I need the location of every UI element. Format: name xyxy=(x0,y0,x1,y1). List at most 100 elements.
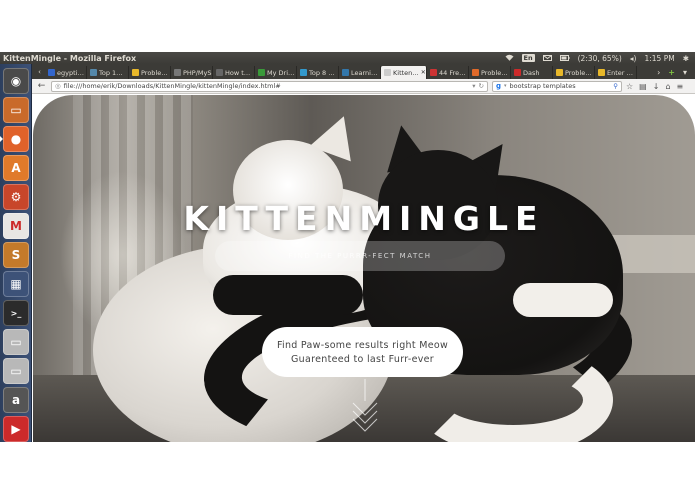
new-tab-icon[interactable]: + xyxy=(668,68,675,77)
terminal-icon[interactable]: >_ xyxy=(3,300,29,326)
cta-line-1: Find Paw-some results right Meow xyxy=(276,339,449,351)
close-tab-icon[interactable]: ✕ xyxy=(421,69,426,76)
dropdown-icon[interactable]: ▾ xyxy=(472,82,475,90)
mail-icon[interactable] xyxy=(542,54,552,63)
clipboard-icon[interactable]: ▤ xyxy=(639,82,647,91)
tab-label: Enter … xyxy=(607,68,634,77)
menu-icon[interactable]: ≡ xyxy=(677,82,684,91)
tab-favicon-icon xyxy=(430,69,437,76)
tab-label: PHP/MyS… xyxy=(183,68,212,77)
reload-icon[interactable]: ↻ xyxy=(479,82,484,90)
tagline: FIND THE PURRR-FECT MATCH xyxy=(288,252,432,260)
tab-favicon-icon xyxy=(90,69,97,76)
page-viewport: KITTENMINGLE FIND THE PURRR-FECT MATCH F… xyxy=(33,95,695,442)
hero-section: KITTENMINGLE FIND THE PURRR-FECT MATCH F… xyxy=(33,95,695,442)
tab-label: egypti… xyxy=(57,68,84,77)
url-text: file:///home/erik/Downloads/KittenMingle… xyxy=(63,82,281,90)
tab[interactable]: PHP/MyS… xyxy=(171,66,213,79)
tab-favicon-icon xyxy=(216,69,223,76)
tab-label: Proble… xyxy=(481,68,508,77)
tab-label: Proble… xyxy=(565,68,592,77)
tab-list-icon[interactable]: ▾ xyxy=(683,68,687,77)
globe-icon: ◎ xyxy=(55,82,61,90)
tab-label: Learni… xyxy=(351,68,378,77)
tab-label: Top 1… xyxy=(99,68,123,77)
tab[interactable]: My Dri… xyxy=(255,66,297,79)
tab-label: My Dri… xyxy=(267,68,295,77)
keyboard-layout-indicator[interactable]: En xyxy=(521,54,535,62)
tab-favicon-icon xyxy=(472,69,479,76)
amazon-icon[interactable]: a xyxy=(3,387,29,413)
tab[interactable]: How t… xyxy=(213,66,255,79)
gmail-icon[interactable]: M xyxy=(3,213,29,239)
browser-tab-bar: ‹ egypti… Top 1… Proble… PHP/MyS… How t… My D… xyxy=(32,64,695,79)
tab[interactable]: Dash xyxy=(511,66,553,79)
tab[interactable]: Learni… xyxy=(339,66,381,79)
active-app-indicator xyxy=(0,136,3,142)
bookmark-star-icon[interactable]: ☆ xyxy=(626,82,633,91)
wifi-icon[interactable] xyxy=(505,54,514,63)
tab-label: Top 8 … xyxy=(309,68,335,77)
tab[interactable]: Top 8 … xyxy=(297,66,339,79)
tab-favicon-icon xyxy=(598,69,605,76)
tab-favicon-icon xyxy=(556,69,563,76)
tab-favicon-icon xyxy=(174,69,181,76)
tab-scroll-right-icon[interactable]: › xyxy=(657,68,660,77)
window-title-bar: KittenMingle - Mozilla Firefox En (2:30,… xyxy=(0,52,695,64)
tab-label: How t… xyxy=(225,68,251,77)
firefox-icon[interactable]: ● xyxy=(3,126,29,152)
google-icon[interactable]: g xyxy=(496,82,501,90)
home-icon[interactable]: ⌂ xyxy=(665,82,670,91)
settings-icon[interactable]: ⚙ xyxy=(3,184,29,210)
drive-icon[interactable]: ▭ xyxy=(3,358,29,384)
tab-favicon-icon xyxy=(48,69,55,76)
sublime-icon[interactable]: S xyxy=(3,242,29,268)
battery-status[interactable]: (2:30, 65%) xyxy=(578,54,622,63)
youtube-icon[interactable]: ▶ xyxy=(3,416,29,442)
search-icon[interactable]: ⚲ xyxy=(613,82,618,90)
tab[interactable]: 44 Fre… xyxy=(427,66,469,79)
power-gear-icon[interactable]: ✱ xyxy=(683,54,689,63)
search-text: bootstrap templates xyxy=(509,82,576,90)
unity-launcher: ◉ ▭ ● A ⚙ M S ▦ >_ ▭ ▭ a ▶ xyxy=(0,64,32,442)
tab-label: 44 Fre… xyxy=(439,68,466,77)
tab-favicon-icon xyxy=(514,69,521,76)
back-icon[interactable]: ← xyxy=(36,81,47,91)
white-cat-paw-image xyxy=(513,283,613,317)
tab[interactable]: Top 1… xyxy=(87,66,129,79)
tab-active[interactable]: Kitten… ✕ xyxy=(381,66,427,79)
tab-favicon-icon xyxy=(132,69,139,76)
download-icon[interactable]: ↓ xyxy=(653,82,660,91)
workspace-icon[interactable]: ▦ xyxy=(3,271,29,297)
volume-icon[interactable]: ◂) xyxy=(630,54,637,63)
cta-button[interactable]: Find Paw-some results right Meow Guarent… xyxy=(262,327,463,377)
black-cat-paw-image xyxy=(213,275,363,315)
tab[interactable]: Proble… xyxy=(129,66,171,79)
search-bar[interactable]: g ▾ bootstrap templates ⚲ xyxy=(492,80,622,92)
url-bar[interactable]: ◎ file:///home/erik/Downloads/KittenMing… xyxy=(51,80,488,92)
tab-label: Proble… xyxy=(141,68,168,77)
clock[interactable]: 1:15 PM xyxy=(644,54,674,63)
scroll-down-chevron-icon[interactable] xyxy=(349,379,381,439)
system-indicators: En (2:30, 65%) ◂) 1:15 PM ✱ xyxy=(505,54,695,63)
software-center-icon[interactable]: A xyxy=(3,155,29,181)
tab-favicon-icon xyxy=(342,69,349,76)
search-dropdown-icon[interactable]: ▾ xyxy=(504,83,507,89)
tab[interactable]: Proble… xyxy=(469,66,511,79)
site-title: KITTENMINGLE xyxy=(183,199,545,238)
window-title: KittenMingle - Mozilla Firefox xyxy=(3,53,137,63)
tab-favicon-icon xyxy=(384,69,391,76)
navigation-toolbar: ← ◎ file:///home/erik/Downloads/KittenMi… xyxy=(32,79,695,94)
tab[interactable]: egypti… xyxy=(45,66,87,79)
tab[interactable]: Proble… xyxy=(553,66,595,79)
tab-scroll-left-icon[interactable]: ‹ xyxy=(34,66,45,79)
tab-favicon-icon xyxy=(258,69,265,76)
tab[interactable]: Enter … xyxy=(595,66,637,79)
drive-icon[interactable]: ▭ xyxy=(3,329,29,355)
ubuntu-dash-icon[interactable]: ◉ xyxy=(3,68,29,94)
files-icon[interactable]: ▭ xyxy=(3,97,29,123)
tab-favicon-icon xyxy=(300,69,307,76)
cta-line-2: Guarenteed to last Furr-ever xyxy=(291,353,434,365)
tab-label: Dash xyxy=(523,68,540,77)
battery-icon[interactable] xyxy=(559,54,570,63)
